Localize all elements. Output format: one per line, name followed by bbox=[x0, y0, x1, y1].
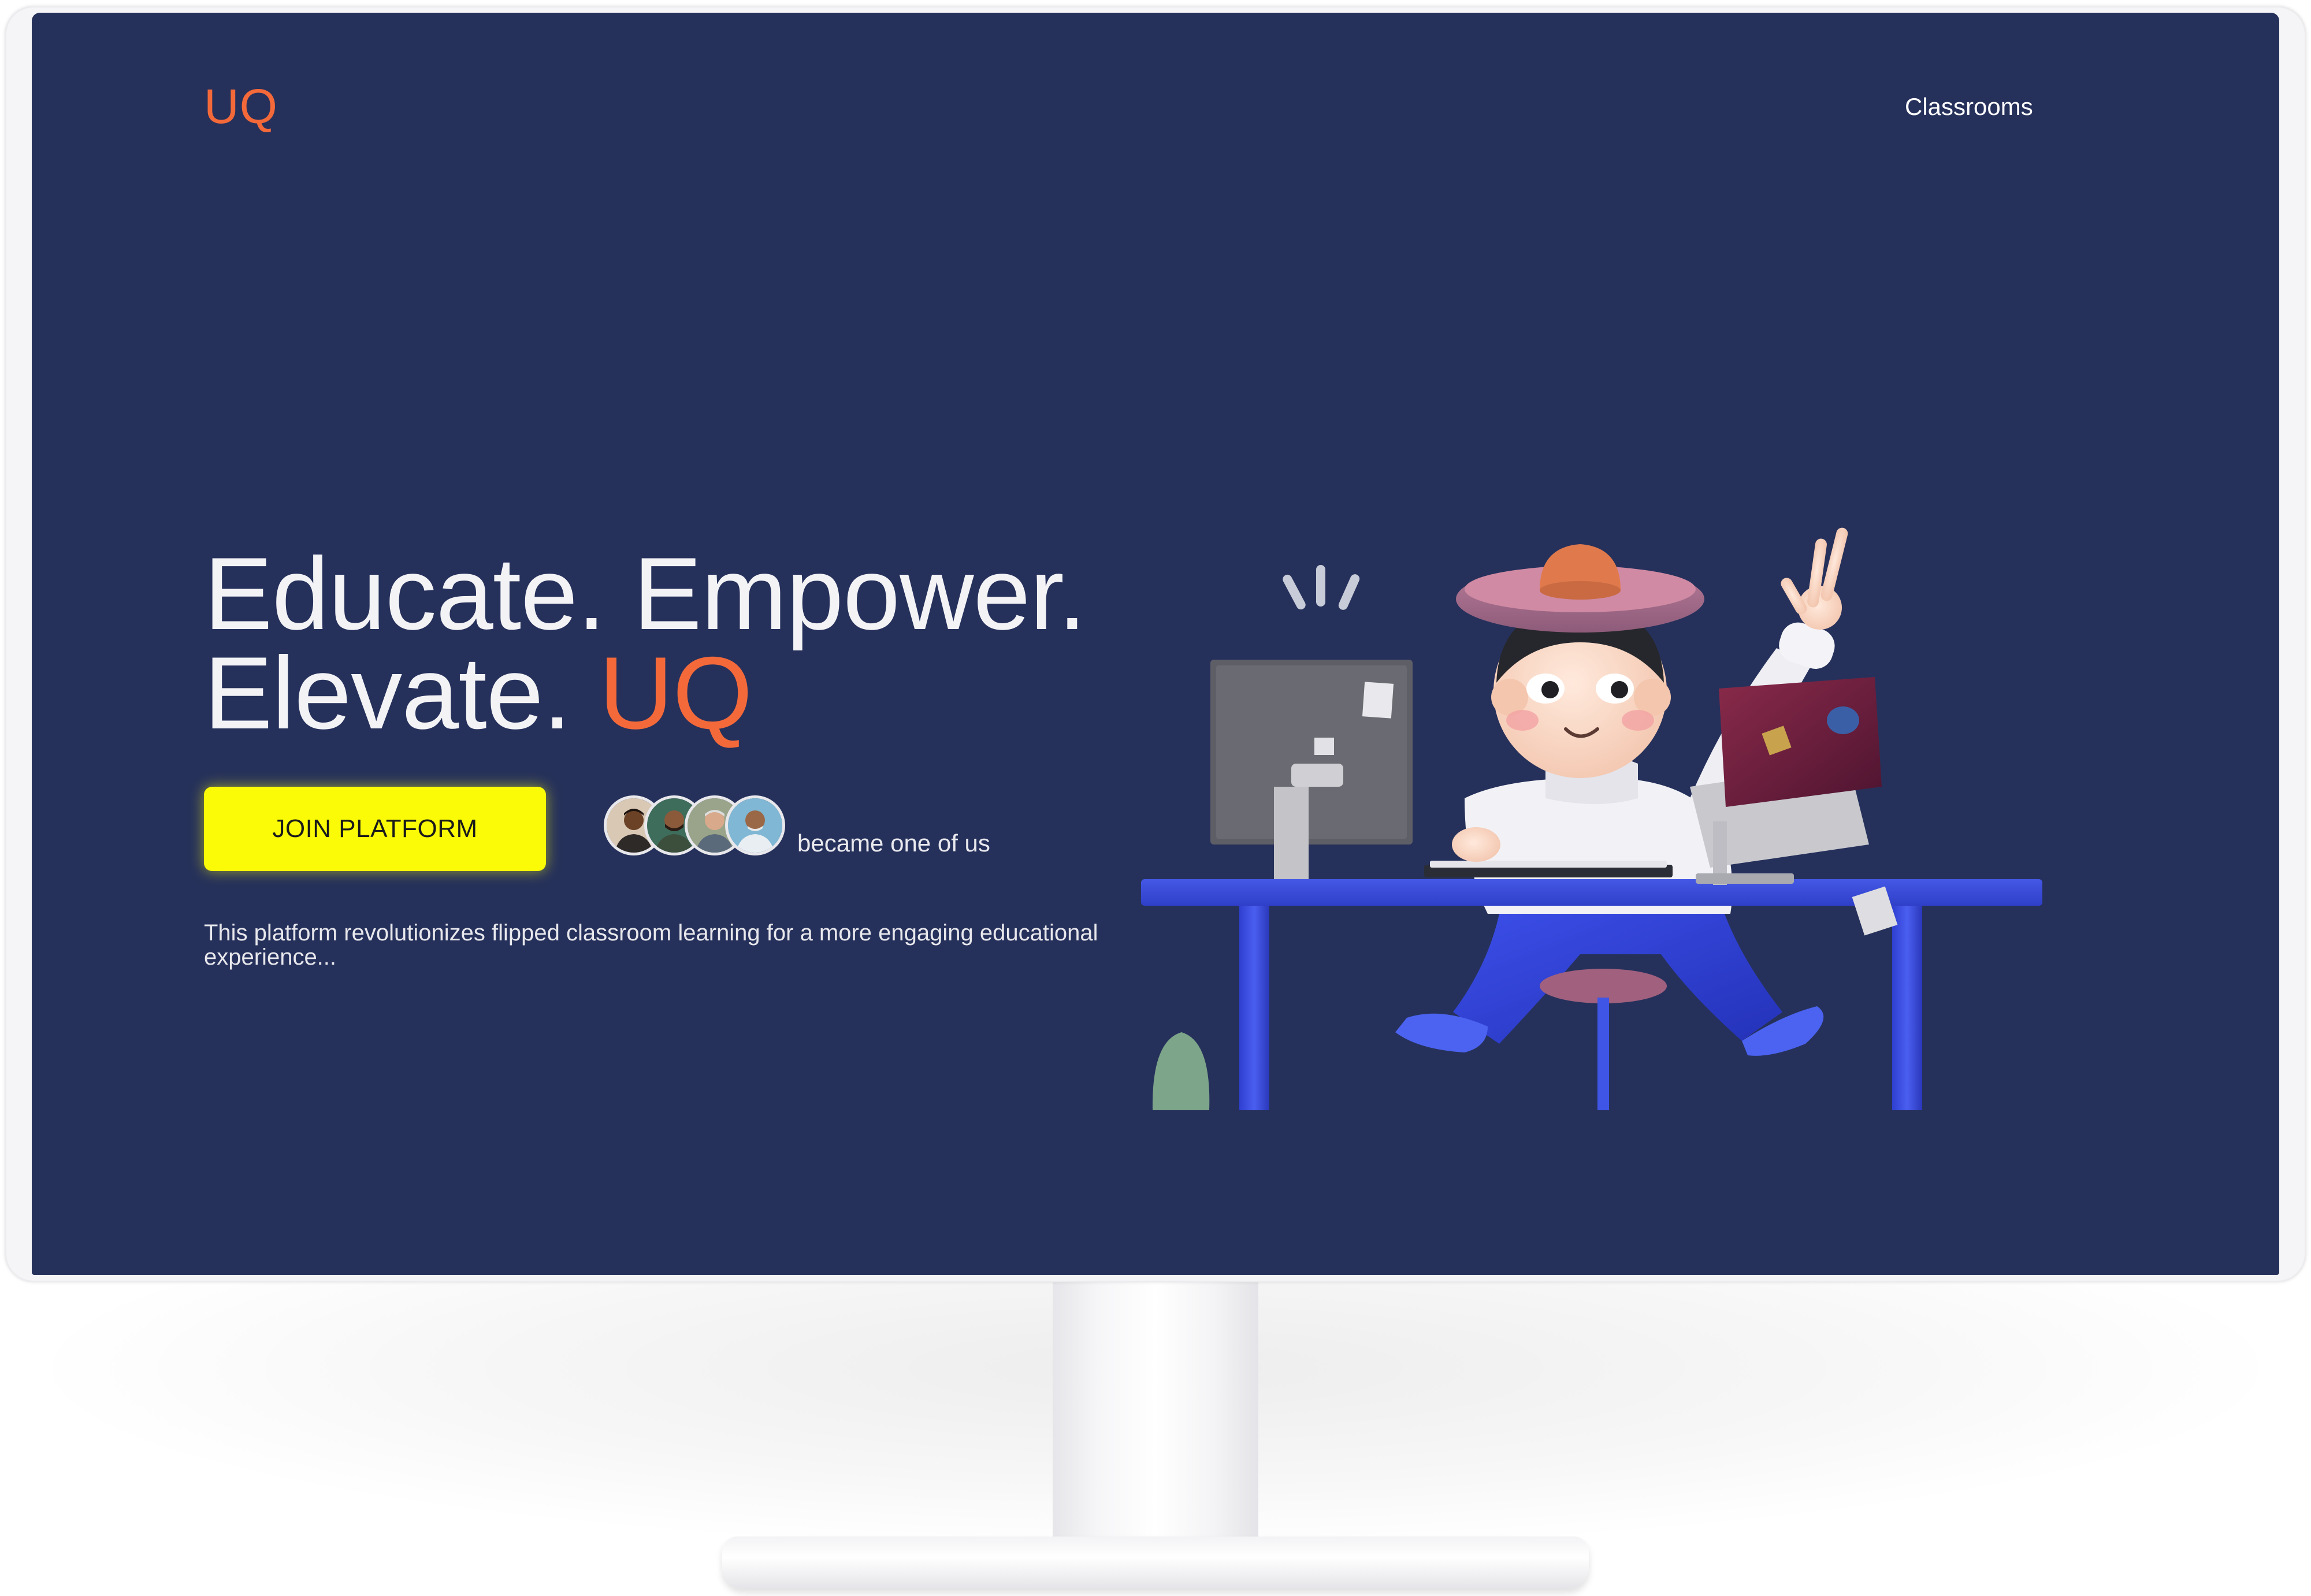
headline-accent: UQ bbox=[599, 635, 753, 750]
member-avatar bbox=[725, 795, 785, 855]
landing-page-screen: UQ Classrooms Educate. Empower. Elevate.… bbox=[32, 13, 2279, 1275]
hero-headline: Educate. Empower. Elevate. UQ bbox=[204, 542, 1087, 745]
nav-link-classrooms[interactable]: Classrooms bbox=[1905, 95, 2033, 119]
monitor-stand-base bbox=[722, 1537, 1589, 1588]
hero-description: This platform revolutionizes flipped cla… bbox=[204, 920, 1098, 970]
headline-line-1: Educate. Empower. bbox=[204, 536, 1087, 651]
headline-line-2: Elevate. bbox=[204, 635, 571, 750]
join-platform-button[interactable]: JOIN PLATFORM bbox=[204, 787, 546, 871]
members-caption: became one of us bbox=[797, 829, 990, 857]
student-at-desk-illustration bbox=[1141, 527, 2042, 1110]
monitor-stand-neck bbox=[1053, 1279, 1258, 1562]
site-logo[interactable]: UQ bbox=[204, 82, 278, 131]
member-avatars bbox=[604, 795, 789, 860]
